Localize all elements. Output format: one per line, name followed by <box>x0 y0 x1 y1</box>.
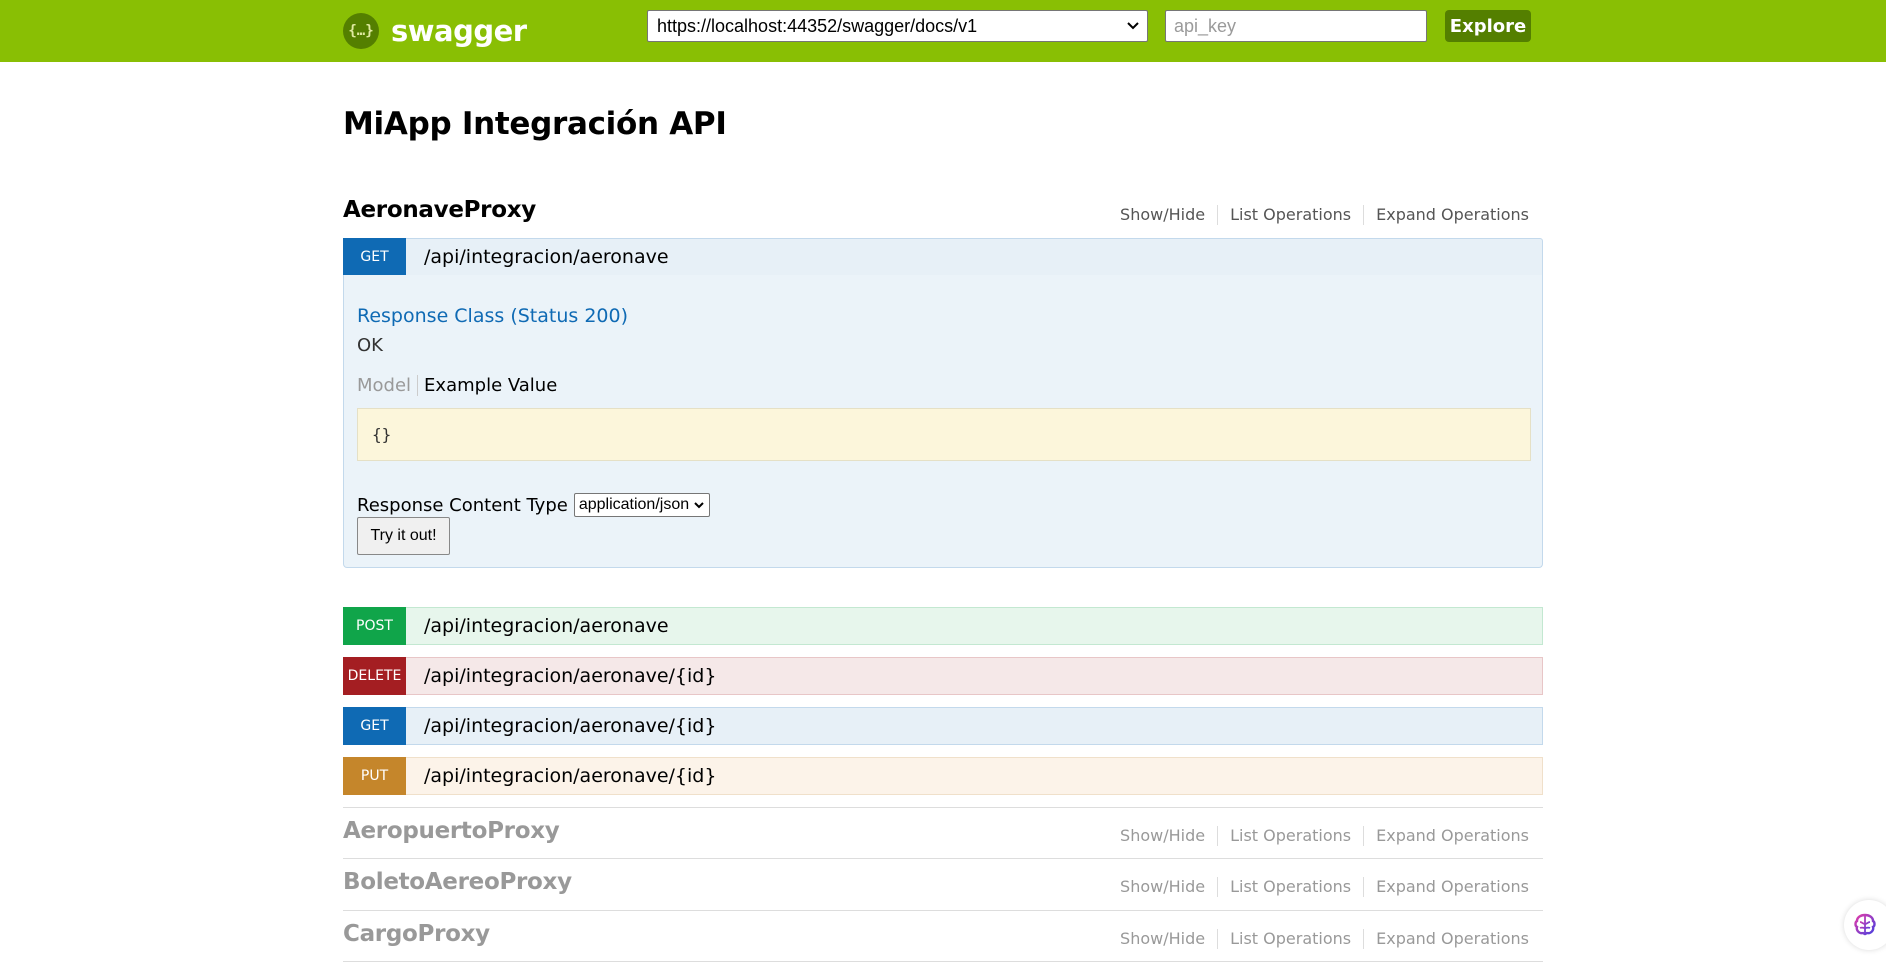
explore-button[interactable]: Explore <box>1445 10 1531 42</box>
logo-text: swagger <box>391 14 527 48</box>
resource-links: Show/Hide List Operations Expand Operati… <box>1120 877 1529 897</box>
resource-links: Show/Hide List Operations Expand Operati… <box>1120 205 1529 225</box>
tab-example-value[interactable]: Example Value <box>418 375 557 396</box>
api-title: MiApp Integración API <box>343 106 727 142</box>
method-badge-get[interactable]: GET <box>343 238 406 276</box>
operation-delete-aeronave-id[interactable]: DELETE /api/integracion/aeronave/{id} <box>343 657 1543 695</box>
brain-icon <box>1854 913 1876 936</box>
resource-header-aeronaveproxy: AeronaveProxy Show/Hide List Operations … <box>343 197 1543 237</box>
top-bar: {…} swagger https://localhost:44352/swag… <box>0 0 1886 62</box>
resource-divider <box>343 910 1543 911</box>
show-hide-link[interactable]: Show/Hide <box>1120 826 1217 846</box>
expand-operations-link[interactable]: Expand Operations <box>1363 826 1529 846</box>
model-tabs: Model Example Value <box>357 375 557 396</box>
resource-header-boletoaereoproxy: BoletoAereoProxy Show/Hide List Operatio… <box>343 869 1543 909</box>
expand-operations-link[interactable]: Expand Operations <box>1363 877 1529 897</box>
try-it-out-button[interactable]: Try it out! <box>357 517 450 555</box>
method-badge-post[interactable]: POST <box>343 607 406 645</box>
response-content-type-select[interactable]: application/json <box>573 493 711 517</box>
operation-get-aeronave-id[interactable]: GET /api/integracion/aeronave/{id} <box>343 707 1543 745</box>
api-key-placeholder: api_key <box>1174 15 1237 36</box>
operation-put-aeronave-id[interactable]: PUT /api/integracion/aeronave/{id} <box>343 757 1543 795</box>
resource-divider <box>343 858 1543 859</box>
response-content-type-label: Response Content Type <box>357 494 568 516</box>
show-hide-link[interactable]: Show/Hide <box>1120 877 1217 897</box>
operation-details-panel: Response Class (Status 200) OK Model Exa… <box>343 275 1543 568</box>
list-operations-link[interactable]: List Operations <box>1217 205 1363 225</box>
resource-name-link[interactable]: CargoProxy <box>343 921 490 947</box>
operation-path[interactable]: /api/integracion/aeronave/{id} <box>424 715 716 737</box>
api-key-input[interactable]: api_key <box>1165 10 1427 42</box>
swagger-logo[interactable]: {…} swagger <box>343 13 527 49</box>
resource-header-aeropuertoproxy: AeropuertoProxy Show/Hide List Operation… <box>343 818 1543 858</box>
operation-path[interactable]: /api/integracion/aeronave/{id} <box>424 765 716 787</box>
response-class-heading: Response Class (Status 200) <box>357 305 628 327</box>
resource-links: Show/Hide List Operations Expand Operati… <box>1120 826 1529 846</box>
chevron-down-icon <box>694 502 704 509</box>
method-badge-put[interactable]: PUT <box>343 757 406 795</box>
list-operations-link[interactable]: List Operations <box>1217 877 1363 897</box>
resource-divider <box>343 807 1543 808</box>
tab-model[interactable]: Model <box>357 375 419 396</box>
spec-url-value: https://localhost:44352/swagger/docs/v1 <box>657 15 978 36</box>
resource-links: Show/Hide List Operations Expand Operati… <box>1120 929 1529 949</box>
resource-name-link[interactable]: AeronaveProxy <box>343 197 536 223</box>
swagger-logo-icon: {…} <box>343 13 379 49</box>
show-hide-link[interactable]: Show/Hide <box>1120 929 1217 949</box>
show-hide-link[interactable]: Show/Hide <box>1120 205 1217 225</box>
expand-operations-link[interactable]: Expand Operations <box>1363 929 1529 949</box>
operation-get-aeronave[interactable]: GET /api/integracion/aeronave <box>343 238 1543 276</box>
list-operations-link[interactable]: List Operations <box>1217 826 1363 846</box>
expand-operations-link[interactable]: Expand Operations <box>1363 205 1529 225</box>
spec-url-select[interactable]: https://localhost:44352/swagger/docs/v1 <box>647 10 1148 42</box>
resource-name-link[interactable]: AeropuertoProxy <box>343 818 560 844</box>
content-type-value: application/json <box>578 496 690 513</box>
resource-divider <box>343 961 1543 962</box>
brain-extension-button[interactable] <box>1844 900 1886 950</box>
list-operations-link[interactable]: List Operations <box>1217 929 1363 949</box>
method-badge-get[interactable]: GET <box>343 707 406 745</box>
chevron-down-icon <box>1127 22 1139 30</box>
operation-path[interactable]: /api/integracion/aeronave <box>424 615 669 637</box>
operation-path[interactable]: /api/integracion/aeronave <box>424 246 669 268</box>
operation-post-aeronave[interactable]: POST /api/integracion/aeronave <box>343 607 1543 645</box>
response-status-text: OK <box>357 335 383 356</box>
response-content-type-row: Response Content Type application/json <box>357 493 711 517</box>
resource-name-link[interactable]: BoletoAereoProxy <box>343 869 572 895</box>
method-badge-delete[interactable]: DELETE <box>343 657 406 695</box>
example-value-box[interactable]: {} <box>357 408 1531 461</box>
operation-path[interactable]: /api/integracion/aeronave/{id} <box>424 665 716 687</box>
resource-header-cargoproxy: CargoProxy Show/Hide List Operations Exp… <box>343 921 1543 961</box>
